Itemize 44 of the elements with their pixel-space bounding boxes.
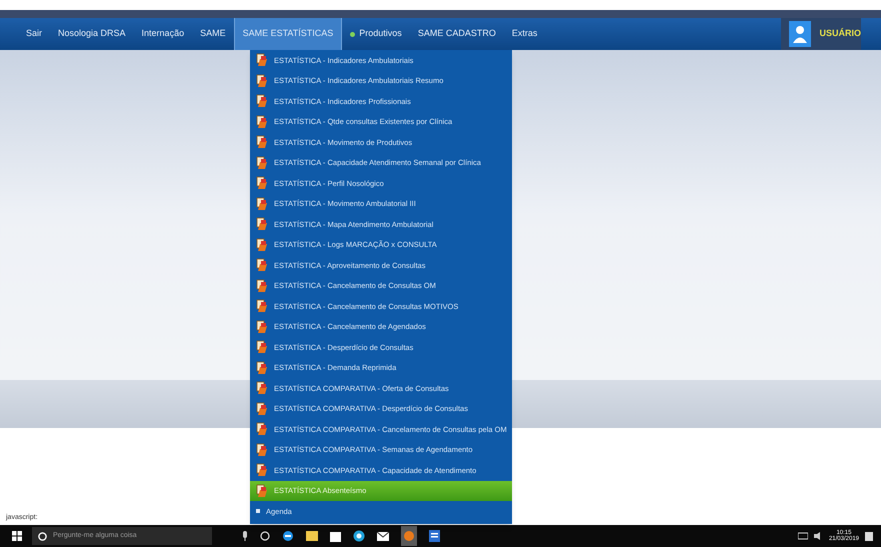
globe-icon[interactable] [353, 530, 365, 542]
nav-tab[interactable]: SAME ESTATÍSTICAS [234, 18, 342, 50]
mail-icon[interactable] [377, 532, 389, 540]
report-icon [256, 196, 268, 211]
report-icon [256, 484, 268, 498]
speaker-icon[interactable] [814, 532, 823, 540]
user-name: USUÁRIO [819, 27, 861, 40]
report-icon [256, 53, 268, 68]
bullet-icon [350, 32, 356, 36]
bullet-icon [256, 509, 260, 514]
report-icon [256, 94, 268, 108]
report-icon [256, 238, 268, 252]
nav-tab[interactable]: Extras [504, 18, 546, 50]
report-icon [256, 442, 268, 457]
report-icon [256, 217, 268, 232]
nav-tab[interactable]: Sair [18, 18, 50, 50]
nav-tab[interactable]: SAME [192, 18, 234, 50]
report-icon [256, 258, 268, 272]
user-icon[interactable] [789, 21, 812, 47]
browser-icon[interactable] [282, 530, 294, 542]
report-icon [256, 176, 268, 190]
nav-tab[interactable]: Produtivos [342, 18, 410, 50]
task-view-icon[interactable] [260, 531, 270, 541]
circle-icon [38, 532, 47, 540]
report-icon [256, 74, 268, 88]
app-icon[interactable] [401, 526, 417, 546]
report-icon [256, 320, 268, 334]
report-icon [256, 340, 268, 354]
report-icon [256, 360, 268, 375]
report-icon [256, 402, 268, 416]
nav-tab[interactable]: Nosologia DRSA [50, 18, 134, 50]
report-icon [256, 422, 268, 436]
report-icon [256, 299, 268, 314]
report-icon [256, 135, 268, 150]
report-icon [256, 463, 268, 478]
microphone-icon[interactable] [242, 531, 248, 541]
document-icon[interactable] [429, 530, 440, 542]
report-icon [256, 381, 268, 396]
nav-tab[interactable]: Internação [134, 18, 192, 50]
nav-tab[interactable]: SAME CADASTRO [410, 18, 504, 50]
windows-start-icon[interactable] [12, 531, 22, 541]
report-icon [256, 156, 268, 170]
report-icon [256, 114, 268, 129]
report-icon [256, 278, 268, 293]
